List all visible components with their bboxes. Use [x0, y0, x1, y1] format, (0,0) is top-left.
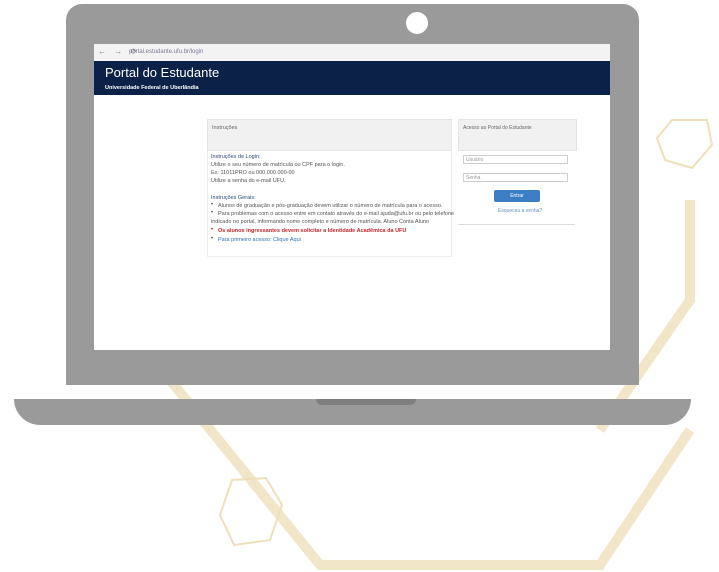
first-access-item: Para primeiro acesso: Clique Aqui — [218, 237, 301, 243]
hexagon-icon — [655, 119, 714, 170]
instructions-title: Instruções — [212, 125, 238, 131]
login-instruction-line: Utilize a senha do e-mail UFU. — [211, 178, 286, 184]
site-header: Portal do Estudante Universidade Federal… — [94, 61, 610, 95]
login-panel-header: Acesso ao Portal do Estudante — [458, 119, 577, 151]
bullet-icon: • — [211, 236, 214, 242]
password-input[interactable]: Senha — [463, 173, 568, 182]
url-field[interactable]: portal.estudante.ufu.br/login — [129, 49, 203, 55]
login-instructions-heading: Instruções de Login: — [211, 154, 261, 160]
username-input[interactable]: Usuário — [463, 155, 568, 164]
login-instruction-line: Ex: 11011PRO ou 000.000.000-00 — [211, 170, 295, 176]
general-instruction-item: Alunos de graduação e pós-graduação deve… — [218, 203, 443, 209]
general-instruction-item: Para problemas com o acesso entre em con… — [218, 211, 455, 217]
general-instruction-item: indicado no portal, informando nome comp… — [211, 219, 429, 225]
browser-address-bar: ← → ⟳ portal.estudante.ufu.br/login — [94, 44, 610, 62]
laptop-notch — [316, 399, 416, 405]
forgot-password-link[interactable]: Esqueceu a senha? — [498, 208, 542, 214]
general-instructions-heading: Instruções Gerais: — [211, 195, 256, 201]
bullet-icon: • — [211, 210, 214, 216]
page-title: Portal do Estudante — [105, 65, 220, 80]
login-instruction-line: Utilize o seu número de matrícula ou CPF… — [211, 162, 345, 168]
divider — [458, 224, 575, 225]
instructions-panel-header: Instruções — [207, 119, 452, 151]
alert-instruction-item: Os alunos ingressantes devem solicitar a… — [218, 228, 407, 234]
first-access-link[interactable]: Para primeiro acesso: Clique Aqui — [218, 237, 301, 243]
page-subtitle: Universidade Federal de Uberlândia — [105, 85, 199, 91]
login-panel-title: Acesso ao Portal do Estudante — [463, 125, 532, 131]
camera-icon — [406, 12, 428, 34]
bullet-icon: • — [211, 202, 214, 208]
laptop-screen: ← → ⟳ portal.estudante.ufu.br/login Port… — [94, 44, 610, 350]
bullet-icon: • — [211, 227, 214, 233]
laptop-base — [14, 399, 691, 425]
login-button[interactable]: Entrar — [494, 190, 540, 202]
